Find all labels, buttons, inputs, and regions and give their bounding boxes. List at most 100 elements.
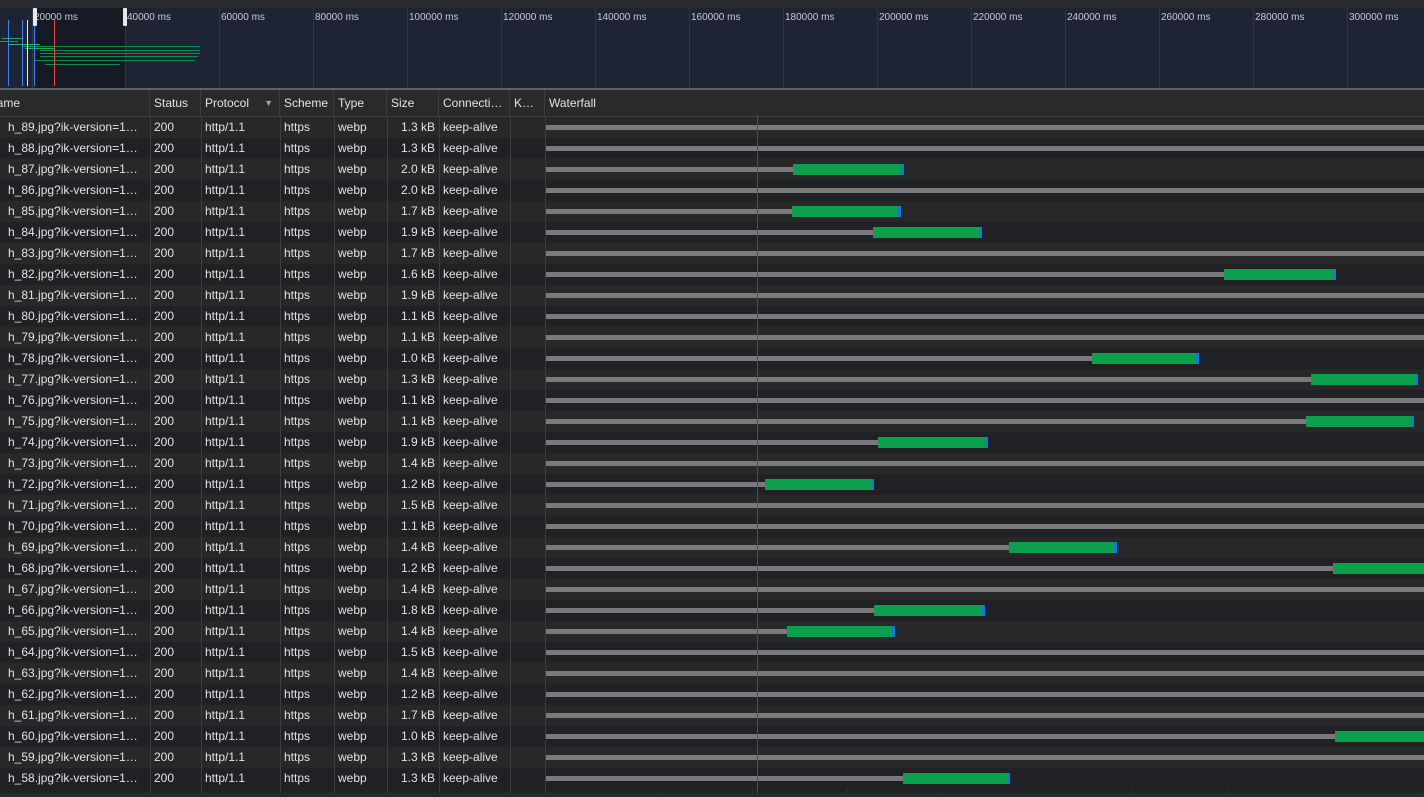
waterfall-queued-bar[interactable] bbox=[545, 692, 1424, 697]
table-row[interactable]: h_63.jpg?ik-version=1… 200 http/1.1 https we… bbox=[0, 663, 1424, 684]
waterfall-queued-bar[interactable] bbox=[545, 272, 1224, 277]
waterfall-download-bar[interactable] bbox=[1009, 542, 1117, 553]
waterfall-queued-bar[interactable] bbox=[545, 251, 1424, 256]
column-header-waterfall[interactable]: Waterfall bbox=[545, 90, 1424, 116]
waterfall-queued-bar[interactable] bbox=[545, 671, 1424, 676]
cell-name: h_79.jpg?ik-version=1… bbox=[8, 330, 138, 344]
waterfall-queued-bar[interactable] bbox=[545, 608, 874, 613]
table-row[interactable]: h_68.jpg?ik-version=1… 200 http/1.1 https we… bbox=[0, 558, 1424, 579]
waterfall-queued-bar[interactable] bbox=[545, 125, 1424, 130]
waterfall-queued-bar[interactable] bbox=[545, 188, 1424, 193]
waterfall-queued-bar[interactable] bbox=[545, 335, 1424, 340]
cell-type: webp bbox=[338, 183, 367, 197]
overview-range-handle[interactable] bbox=[123, 8, 127, 26]
table-row[interactable]: h_80.jpg?ik-version=1… 200 http/1.1 https we… bbox=[0, 306, 1424, 327]
table-row[interactable]: h_66.jpg?ik-version=1… 200 http/1.1 https we… bbox=[0, 600, 1424, 621]
waterfall-queued-bar[interactable] bbox=[545, 293, 1424, 298]
table-row[interactable]: h_70.jpg?ik-version=1… 200 http/1.1 https we… bbox=[0, 516, 1424, 537]
overview-range-handle[interactable] bbox=[33, 8, 37, 26]
waterfall-queued-bar[interactable] bbox=[545, 482, 765, 487]
waterfall-download-bar[interactable] bbox=[1335, 731, 1424, 742]
table-row[interactable]: h_71.jpg?ik-version=1… 200 http/1.1 https we… bbox=[0, 495, 1424, 516]
table-row[interactable]: h_75.jpg?ik-version=1… 200 http/1.1 https we… bbox=[0, 411, 1424, 432]
table-row[interactable]: h_65.jpg?ik-version=1… 200 http/1.1 https we… bbox=[0, 621, 1424, 642]
table-row[interactable]: h_59.jpg?ik-version=1… 200 http/1.1 https we… bbox=[0, 747, 1424, 768]
waterfall-queued-bar[interactable] bbox=[545, 587, 1424, 592]
table-row[interactable]: h_62.jpg?ik-version=1… 200 http/1.1 https we… bbox=[0, 684, 1424, 705]
waterfall-queued-bar[interactable] bbox=[545, 776, 903, 781]
waterfall-download-bar[interactable] bbox=[903, 773, 1010, 784]
table-row[interactable]: h_78.jpg?ik-version=1… 200 http/1.1 https we… bbox=[0, 348, 1424, 369]
table-row[interactable]: h_69.jpg?ik-version=1… 200 http/1.1 https we… bbox=[0, 537, 1424, 558]
table-row[interactable]: h_85.jpg?ik-version=1… 200 http/1.1 https we… bbox=[0, 201, 1424, 222]
column-header-status[interactable]: Status bbox=[150, 90, 201, 116]
waterfall-queued-bar[interactable] bbox=[545, 524, 1424, 529]
table-row[interactable]: h_81.jpg?ik-version=1… 200 http/1.1 https we… bbox=[0, 285, 1424, 306]
table-row[interactable]: h_72.jpg?ik-version=1… 200 http/1.1 https we… bbox=[0, 474, 1424, 495]
waterfall-queued-bar[interactable] bbox=[545, 209, 792, 214]
cell-size: 1.6 kB bbox=[400, 267, 435, 281]
waterfall-queued-bar[interactable] bbox=[545, 545, 1009, 550]
waterfall-download-bar[interactable] bbox=[787, 626, 895, 637]
waterfall-download-bar[interactable] bbox=[1333, 563, 1424, 574]
table-row[interactable]: h_88.jpg?ik-version=1… 200 http/1.1 https we… bbox=[0, 138, 1424, 159]
column-header-name[interactable]: Name bbox=[0, 90, 150, 116]
table-row[interactable]: h_60.jpg?ik-version=1… 200 http/1.1 https we… bbox=[0, 726, 1424, 747]
table-row[interactable]: h_64.jpg?ik-version=1… 200 http/1.1 https we… bbox=[0, 642, 1424, 663]
waterfall-download-bar[interactable] bbox=[1092, 353, 1199, 364]
cell-size: 1.2 kB bbox=[400, 687, 435, 701]
waterfall-queued-bar[interactable] bbox=[545, 755, 1424, 760]
waterfall-queued-bar[interactable] bbox=[545, 230, 873, 235]
column-divider bbox=[510, 117, 511, 797]
waterfall-download-bar[interactable] bbox=[1224, 269, 1336, 280]
table-row[interactable]: h_74.jpg?ik-version=1… 200 http/1.1 https we… bbox=[0, 432, 1424, 453]
table-row[interactable]: h_61.jpg?ik-version=1… 200 http/1.1 https we… bbox=[0, 705, 1424, 726]
cell-status: 200 bbox=[154, 498, 175, 512]
cell-type: webp bbox=[338, 120, 367, 134]
table-row[interactable]: h_89.jpg?ik-version=1… 200 http/1.1 https we… bbox=[0, 117, 1424, 138]
table-row[interactable]: h_67.jpg?ik-version=1… 200 http/1.1 https we… bbox=[0, 579, 1424, 600]
column-header-connection[interactable]: Connecti… bbox=[439, 90, 510, 116]
table-row[interactable]: h_77.jpg?ik-version=1… 200 http/1.1 https we… bbox=[0, 369, 1424, 390]
column-header-scheme[interactable]: Scheme bbox=[280, 90, 334, 116]
waterfall-download-bar[interactable] bbox=[792, 206, 901, 217]
waterfall-queued-bar[interactable] bbox=[545, 314, 1424, 319]
table-row[interactable]: h_79.jpg?ik-version=1… 200 http/1.1 https we… bbox=[0, 327, 1424, 348]
waterfall-queued-bar[interactable] bbox=[545, 461, 1424, 466]
table-row[interactable]: h_73.jpg?ik-version=1… 200 http/1.1 https we… bbox=[0, 453, 1424, 474]
table-row[interactable]: h_86.jpg?ik-version=1… 200 http/1.1 https we… bbox=[0, 180, 1424, 201]
cell-status: 200 bbox=[154, 351, 175, 365]
timeline-overview[interactable]: 20000 ms 40000 ms 60000 ms 80000 ms 100000 m… bbox=[0, 8, 1424, 88]
waterfall-queued-bar[interactable] bbox=[545, 503, 1424, 508]
waterfall-queued-bar[interactable] bbox=[545, 734, 1335, 739]
waterfall-queued-bar[interactable] bbox=[545, 440, 878, 445]
table-row[interactable]: h_82.jpg?ik-version=1… 200 http/1.1 https we… bbox=[0, 264, 1424, 285]
column-header-connection-id[interactable]: K… bbox=[510, 90, 545, 116]
waterfall-download-bar[interactable] bbox=[765, 479, 874, 490]
waterfall-download-bar[interactable] bbox=[793, 164, 904, 175]
waterfall-queued-bar[interactable] bbox=[545, 167, 793, 172]
waterfall-queued-bar[interactable] bbox=[545, 629, 787, 634]
waterfall-download-bar[interactable] bbox=[878, 437, 988, 448]
table-row[interactable]: h_87.jpg?ik-version=1… 200 http/1.1 https we… bbox=[0, 159, 1424, 180]
waterfall-queued-bar[interactable] bbox=[545, 398, 1424, 403]
waterfall-queued-bar[interactable] bbox=[545, 356, 1092, 361]
table-row[interactable]: h_76.jpg?ik-version=1… 200 http/1.1 https we… bbox=[0, 390, 1424, 411]
waterfall-queued-bar[interactable] bbox=[545, 713, 1424, 718]
waterfall-queued-bar[interactable] bbox=[545, 419, 1306, 424]
waterfall-queued-bar[interactable] bbox=[545, 566, 1333, 571]
waterfall-queued-bar[interactable] bbox=[545, 650, 1424, 655]
column-header-size[interactable]: Size bbox=[387, 90, 439, 116]
waterfall-download-bar[interactable] bbox=[873, 227, 982, 238]
table-row[interactable]: h_83.jpg?ik-version=1… 200 http/1.1 https we… bbox=[0, 243, 1424, 264]
waterfall-download-bar[interactable] bbox=[874, 605, 985, 616]
table-row[interactable]: h_84.jpg?ik-version=1… 200 http/1.1 https we… bbox=[0, 222, 1424, 243]
waterfall-download-bar[interactable] bbox=[1311, 374, 1418, 385]
waterfall-queued-bar[interactable] bbox=[545, 146, 1424, 151]
column-header-protocol[interactable]: Protocol ▼ bbox=[201, 90, 280, 116]
column-header-type[interactable]: Type bbox=[334, 90, 387, 116]
table-row[interactable]: h_58.jpg?ik-version=1… 200 http/1.1 https we… bbox=[0, 768, 1424, 789]
waterfall-queued-bar[interactable] bbox=[545, 377, 1311, 382]
cell-scheme: https bbox=[284, 666, 311, 680]
waterfall-download-bar[interactable] bbox=[1306, 416, 1414, 427]
